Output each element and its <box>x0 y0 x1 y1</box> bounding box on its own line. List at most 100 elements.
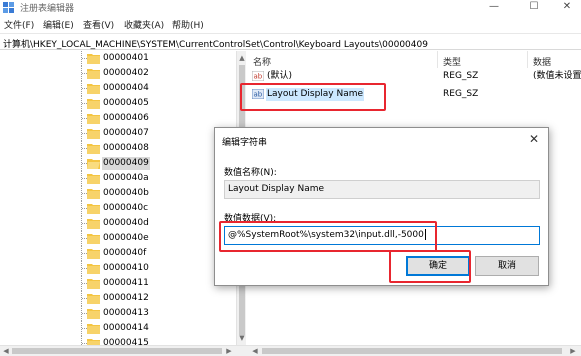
tree-item-label: 0000040c <box>103 203 149 213</box>
column-header-data[interactable]: 数据 <box>533 55 551 68</box>
menu-bar: 文件(F) 编辑(E) 查看(V) 收藏夹(A) 帮助(H) <box>0 15 581 33</box>
tree-item-label: 00000410 <box>103 263 149 273</box>
menu-favorites[interactable]: 收藏夹(A) <box>124 18 164 31</box>
svg-text:ab: ab <box>254 73 263 81</box>
values-scroll-left-icon[interactable]: ◀ <box>250 346 260 356</box>
tree-item[interactable]: 0000040f <box>0 246 236 261</box>
close-icon[interactable]: ✕ <box>524 130 544 148</box>
tree-item-label: 00000412 <box>103 293 149 303</box>
value-name: Layout Display Name <box>266 88 365 101</box>
tree-item-label: 00000404 <box>103 83 149 93</box>
value-name-field: Layout Display Name <box>224 180 540 199</box>
value-data: (数值未设置 <box>533 71 581 81</box>
edit-string-dialog: 编辑字符串 ✕ 数值名称(N): Layout Display Name 数值数… <box>214 127 549 286</box>
tree-item[interactable]: 0000040c <box>0 201 236 216</box>
address-path[interactable]: 计算机\HKEY_LOCAL_MACHINE\SYSTEM\CurrentCon… <box>3 37 428 50</box>
tree-item-label: 00000411 <box>103 278 149 288</box>
address-bar[interactable]: 计算机\HKEY_LOCAL_MACHINE\SYSTEM\CurrentCon… <box>0 33 581 50</box>
window-title: 注册表编辑器 <box>20 4 75 14</box>
value-name-label: 数值名称(N): <box>224 168 277 178</box>
tree-item[interactable]: 00000406 <box>0 111 236 126</box>
value-row-layout-display-name[interactable]: ab Layout Display Name REG_SZ <box>247 87 581 102</box>
folder-icon <box>87 293 100 304</box>
tree-item[interactable]: 00000402 <box>0 66 236 81</box>
cancel-button[interactable]: 取消 <box>475 256 539 276</box>
horizontal-scrollbar[interactable]: ◀ ▶ ◀ ▶ <box>0 345 581 356</box>
tree-item[interactable]: 00000415 <box>0 336 236 345</box>
tree-item[interactable]: 00000410 <box>0 261 236 276</box>
folder-icon <box>87 203 100 214</box>
minimize-button[interactable]: — <box>480 0 508 15</box>
column-header-type[interactable]: 类型 <box>443 55 461 68</box>
folder-icon <box>87 338 100 345</box>
values-scroll-right-icon[interactable]: ▶ <box>568 346 578 356</box>
folder-icon <box>87 83 100 94</box>
folder-icon <box>87 248 100 259</box>
value-type: REG_SZ <box>443 89 479 99</box>
value-data-input[interactable]: @%SystemRoot%\system32\input.dll,-5000 <box>224 226 540 245</box>
tree-item[interactable]: 00000408 <box>0 141 236 156</box>
value-type: REG_SZ <box>443 71 479 81</box>
folder-icon <box>87 68 100 79</box>
scroll-down-icon[interactable]: ▼ <box>238 333 246 343</box>
tree-item[interactable]: 00000404 <box>0 81 236 96</box>
text-caret <box>424 229 426 240</box>
value-name-text: Layout Display Name <box>228 184 325 194</box>
column-header-name[interactable]: 名称 <box>253 55 271 68</box>
folder-icon <box>87 263 100 274</box>
tree-item[interactable]: 0000040d <box>0 216 236 231</box>
menu-edit[interactable]: 编辑(E) <box>43 18 74 31</box>
tree-item-selected[interactable]: 00000409 <box>0 156 236 171</box>
tree-item-label: 00000409 <box>102 157 150 170</box>
menu-help[interactable]: 帮助(H) <box>172 18 204 31</box>
values-scroll-thumb[interactable] <box>262 348 562 354</box>
tree-item[interactable]: 00000405 <box>0 96 236 111</box>
tree-item[interactable]: 0000040a <box>0 171 236 186</box>
tree-item-label: 00000408 <box>103 143 149 153</box>
folder-icon <box>87 53 100 64</box>
folder-icon <box>87 278 100 289</box>
tree-item[interactable]: 00000414 <box>0 321 236 336</box>
tree-item[interactable]: 0000040b <box>0 186 236 201</box>
tree-item[interactable]: 00000401 <box>0 51 236 66</box>
scroll-left-icon[interactable]: ◀ <box>1 346 11 356</box>
tree-item-label: 00000413 <box>103 308 149 318</box>
close-window-button[interactable]: ✕ <box>553 0 581 15</box>
maximize-button[interactable]: ☐ <box>520 0 548 15</box>
tree-item[interactable]: 0000040e <box>0 231 236 246</box>
tree-item[interactable]: 00000412 <box>0 291 236 306</box>
folder-icon <box>87 188 100 199</box>
tree-item-label: 00000402 <box>103 68 149 78</box>
tree-item-label: 00000401 <box>103 53 149 63</box>
regedit-icon <box>3 2 14 13</box>
tree-item[interactable]: 00000411 <box>0 276 236 291</box>
folder-icon <box>87 323 100 334</box>
tree-item-label: 0000040e <box>103 233 149 243</box>
tree-item-label: 0000040b <box>103 188 149 198</box>
tree-item[interactable]: 00000407 <box>0 126 236 141</box>
scroll-up-icon[interactable]: ▲ <box>238 53 246 63</box>
folder-icon <box>87 113 100 124</box>
tree-item-label: 0000040f <box>103 248 147 258</box>
folder-icon <box>87 128 100 139</box>
tree-item-label: 00000407 <box>103 128 149 138</box>
value-name: (默认) <box>267 71 293 81</box>
tree-item[interactable]: 00000413 <box>0 306 236 321</box>
value-row-default[interactable]: ab (默认) REG_SZ (数值未设置 <box>247 69 581 84</box>
folder-icon <box>87 218 100 229</box>
folder-icon <box>87 308 100 319</box>
scroll-right-icon[interactable]: ▶ <box>224 346 234 356</box>
string-value-icon: ab <box>251 88 265 100</box>
tree-item-label: 0000040d <box>103 218 149 228</box>
menu-view[interactable]: 查看(V) <box>83 18 114 31</box>
tree-scroll-thumb[interactable] <box>12 348 222 354</box>
menu-file[interactable]: 文件(F) <box>4 18 34 31</box>
ok-button[interactable]: 确定 <box>406 256 470 276</box>
string-value-icon: ab <box>251 70 265 82</box>
folder-icon <box>87 173 100 184</box>
tree-item-label: 00000406 <box>103 113 149 123</box>
tree-item-label: 00000415 <box>103 338 149 345</box>
folder-icon <box>87 143 100 154</box>
title-bar: 注册表编辑器 — ☐ ✕ <box>0 0 581 15</box>
folder-icon <box>87 98 100 109</box>
